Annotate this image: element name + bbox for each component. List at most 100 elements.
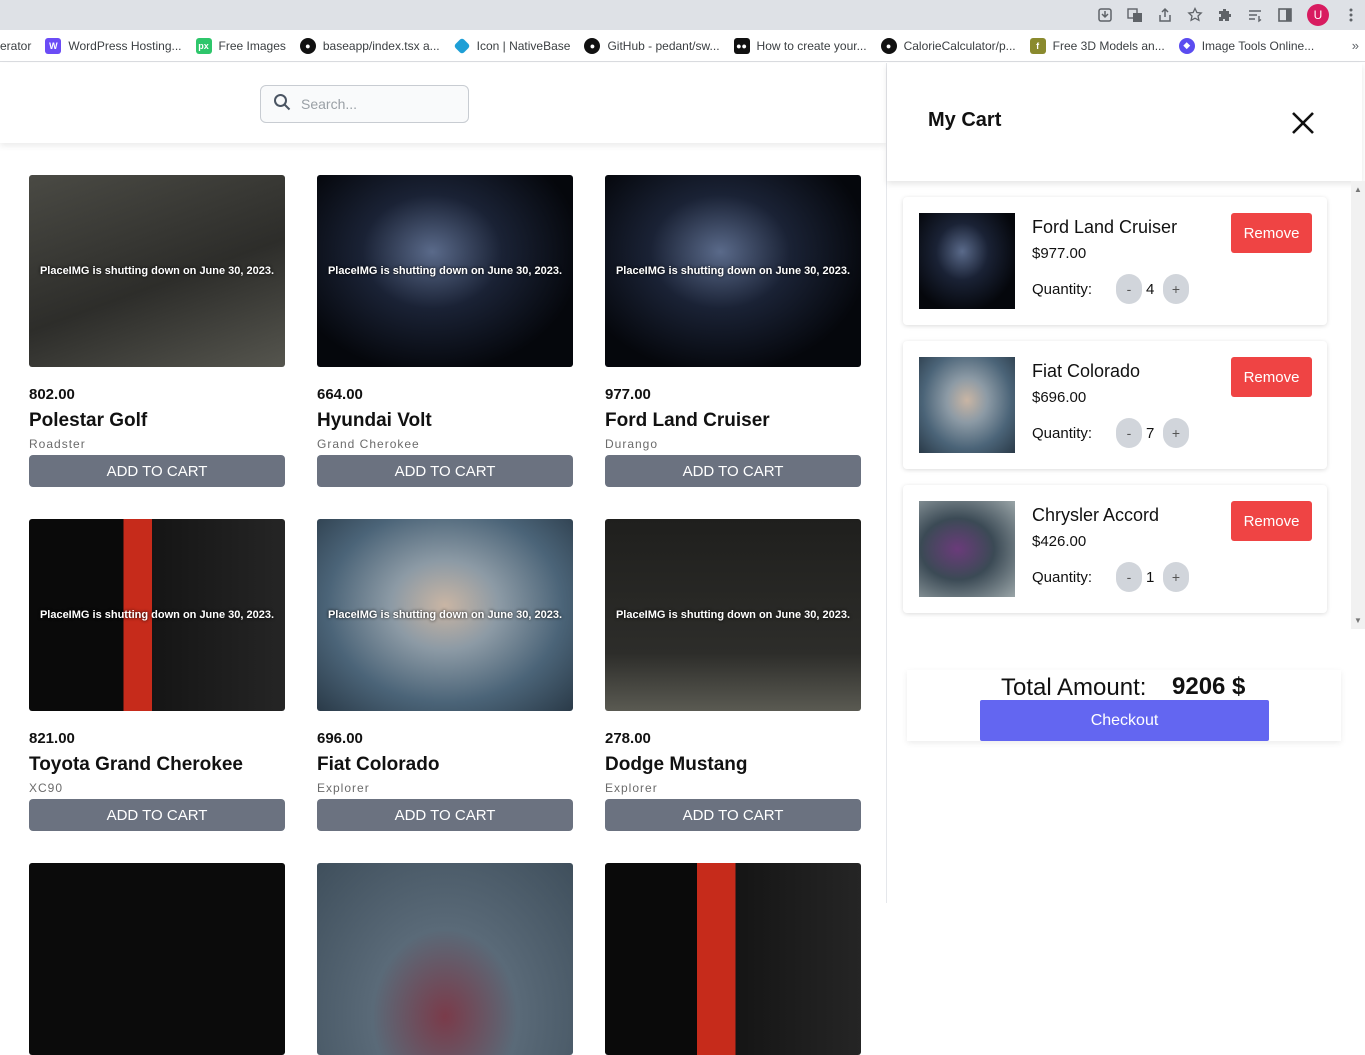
add-to-cart-button[interactable]: ADD TO CART: [29, 455, 285, 487]
product-image: PlaceIMG is shutting down on June 30, 20…: [605, 175, 861, 367]
bookmark-item[interactable]: ● baseapp/index.tsx a...: [299, 37, 440, 54]
cart-title: My Cart: [928, 109, 1002, 131]
product-image: PlaceIMG is shutting down on June 30, 20…: [317, 175, 573, 367]
side-panel-icon[interactable]: [1277, 7, 1293, 23]
quantity-label: Quantity:: [1032, 425, 1093, 442]
product-image: PlaceIMG is shutting down on June 30, 20…: [29, 519, 285, 711]
product-card: PlaceIMG is shutting down on June 30, 20…: [317, 519, 573, 831]
increase-quantity-button[interactable]: +: [1163, 274, 1189, 304]
quantity-label: Quantity:: [1032, 281, 1093, 298]
product-card: [605, 863, 861, 1055]
search-icon: [273, 93, 291, 116]
pixabay-icon: px: [195, 37, 212, 54]
free3d-icon: f: [1029, 37, 1046, 54]
github-icon: ●: [584, 37, 601, 54]
image-tools-icon: ◆: [1178, 37, 1195, 54]
cart-item-price: $426.00: [1032, 533, 1087, 550]
product-name: Ford Land Cruiser: [605, 410, 770, 431]
cart-item: Chrysler Accord $426.00 Quantity: - 1 + …: [903, 485, 1327, 613]
increase-quantity-button[interactable]: +: [1163, 418, 1189, 448]
remove-item-button[interactable]: Remove: [1231, 501, 1312, 541]
image-placeholder-text: PlaceIMG is shutting down on June 30, 20…: [327, 609, 563, 621]
cart-scrollbar[interactable]: ▲ ▼: [1351, 181, 1365, 629]
translate-icon[interactable]: [1127, 7, 1143, 23]
install-app-icon[interactable]: [1097, 7, 1113, 23]
extensions-icon[interactable]: [1217, 7, 1233, 23]
more-menu-icon[interactable]: [1343, 7, 1359, 23]
bookmark-item[interactable]: erator: [0, 39, 31, 53]
product-image: PlaceIMG is shutting down on June 30, 20…: [317, 519, 573, 711]
browser-toolbar: U: [0, 0, 1365, 30]
product-model: Grand Cherokee: [317, 437, 420, 451]
bookmark-item[interactable]: Icon | NativeBase: [453, 37, 571, 54]
decrease-quantity-button[interactable]: -: [1116, 418, 1142, 448]
cart-item-list: Ford Land Cruiser $977.00 Quantity: - 4 …: [887, 181, 1365, 629]
bookmark-item[interactable]: W WordPress Hosting...: [45, 37, 182, 54]
product-price: 821.00: [29, 730, 75, 747]
scroll-up-icon[interactable]: ▲: [1354, 185, 1362, 194]
image-placeholder-text: PlaceIMG is shutting down on June 30, 20…: [615, 265, 851, 277]
github-icon: ●: [880, 37, 897, 54]
search-box[interactable]: [260, 85, 469, 123]
bookmark-label: Icon | NativeBase: [476, 38, 571, 53]
bookmark-item[interactable]: f Free 3D Models an...: [1029, 37, 1165, 54]
bookmarks-overflow-icon[interactable]: »: [1352, 38, 1359, 53]
product-model: Explorer: [317, 781, 370, 795]
cart-item-name: Chrysler Accord: [1032, 505, 1160, 525]
product-image: [605, 863, 861, 1055]
cart-total-box: Total Amount: 9206 $ Checkout: [907, 670, 1341, 741]
bookmark-item[interactable]: px Free Images: [195, 37, 286, 54]
increase-quantity-button[interactable]: +: [1163, 562, 1189, 592]
image-placeholder-text: PlaceIMG is shutting down on June 30, 20…: [39, 265, 275, 277]
cart-panel: My Cart Ford Land Cruiser $977.00 Quanti…: [886, 63, 1365, 903]
cart-item-name: Fiat Colorado: [1032, 361, 1141, 381]
checkout-button[interactable]: Checkout: [980, 700, 1269, 741]
bookmark-label: GitHub - pedant/sw...: [607, 38, 720, 53]
cart-header: My Cart: [887, 63, 1362, 181]
search-input[interactable]: [301, 96, 451, 112]
reading-list-icon[interactable]: [1247, 7, 1263, 23]
product-card: [317, 863, 573, 1055]
bookmark-label: WordPress Hosting...: [68, 38, 182, 53]
product-name: Dodge Mustang: [605, 754, 748, 775]
add-to-cart-button[interactable]: ADD TO CART: [605, 455, 861, 487]
bookmark-label: baseapp/index.tsx a...: [322, 38, 440, 53]
product-model: Roadster: [29, 437, 86, 451]
add-to-cart-button[interactable]: ADD TO CART: [605, 799, 861, 831]
total-amount-value: 9206 $: [1172, 673, 1246, 700]
bookmark-item[interactable]: ● CalorieCalculator/p...: [880, 37, 1016, 54]
product-card: PlaceIMG is shutting down on June 30, 20…: [317, 175, 573, 487]
share-icon[interactable]: [1157, 7, 1173, 23]
quantity-value: 1: [1146, 569, 1155, 586]
bookmark-item[interactable]: ◆ Image Tools Online...: [1178, 37, 1314, 54]
image-placeholder-text: PlaceIMG is shutting down on June 30, 20…: [327, 265, 563, 277]
decrease-quantity-button[interactable]: -: [1116, 274, 1142, 304]
product-name: Fiat Colorado: [317, 754, 440, 775]
quantity-value: 4: [1146, 281, 1155, 298]
cart-item-name: Ford Land Cruiser: [1032, 217, 1178, 237]
product-price: 664.00: [317, 386, 363, 403]
bookmark-item[interactable]: ● GitHub - pedant/sw...: [584, 37, 720, 54]
product-image: [317, 863, 573, 1055]
cart-item-image: [919, 213, 1015, 309]
add-to-cart-button[interactable]: ADD TO CART: [29, 799, 285, 831]
remove-item-button[interactable]: Remove: [1231, 357, 1312, 397]
app-header: [0, 63, 886, 143]
add-to-cart-button[interactable]: ADD TO CART: [317, 455, 573, 487]
bookmarks-bar: erator W WordPress Hosting... px Free Imag…: [0, 30, 1365, 62]
github-icon: ●: [299, 37, 316, 54]
close-icon[interactable]: [1289, 109, 1317, 137]
bookmark-label: erator: [0, 38, 32, 53]
bookmark-star-icon[interactable]: [1187, 7, 1203, 23]
product-name: Hyundai Volt: [317, 410, 432, 431]
nativebase-icon: [453, 37, 471, 54]
bookmark-item[interactable]: ●● How to create your...: [733, 37, 867, 54]
add-to-cart-button[interactable]: ADD TO CART: [317, 799, 573, 831]
scroll-down-icon[interactable]: ▼: [1354, 616, 1362, 625]
decrease-quantity-button[interactable]: -: [1116, 562, 1142, 592]
remove-item-button[interactable]: Remove: [1231, 213, 1312, 253]
bookmark-label: Free Images: [218, 38, 286, 53]
profile-avatar[interactable]: U: [1307, 4, 1329, 26]
cart-item-image: [919, 357, 1015, 453]
cart-item-image: [919, 501, 1015, 597]
